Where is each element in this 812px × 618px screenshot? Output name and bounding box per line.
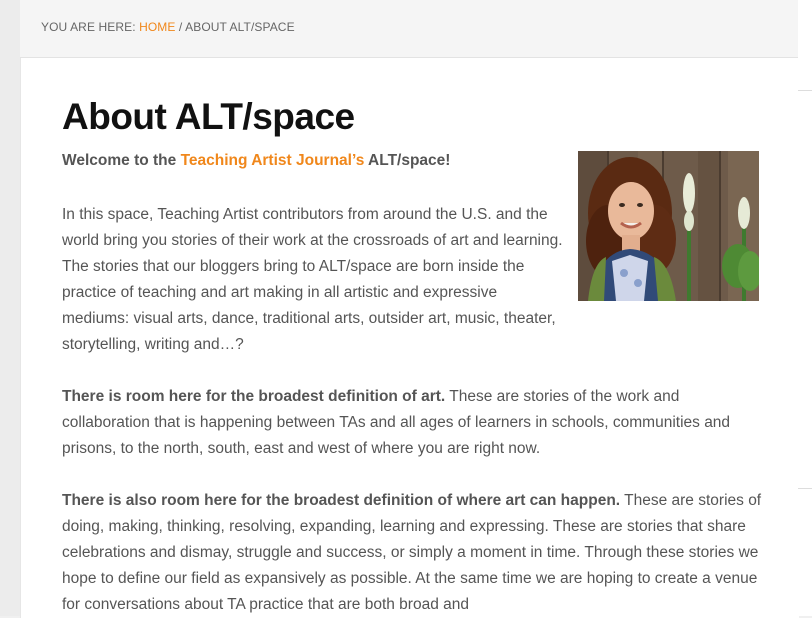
author-photo <box>578 151 759 301</box>
welcome-prefix: Welcome to the <box>62 152 181 169</box>
paragraph-where-art-happens: There is also room here for the broadest… <box>62 488 762 618</box>
breadcrumb: YOU ARE HERE: HOME / ABOUT ALT/SPACE <box>41 20 295 34</box>
breadcrumb-home-link[interactable]: HOME <box>139 20 175 34</box>
breadcrumb-current: ABOUT ALT/SPACE <box>185 20 295 34</box>
sidebar-divider <box>798 90 812 91</box>
left-gutter <box>0 0 20 616</box>
author-portrait-image <box>578 151 759 301</box>
breadcrumb-prefix: YOU ARE HERE: <box>41 20 140 34</box>
intro-paragraph: In this space, Teaching Artist contribut… <box>62 206 563 353</box>
paragraph-where-art-happens-body: These are stories of doing, making, thin… <box>62 492 762 613</box>
sidebar-divider <box>798 488 812 489</box>
breadcrumb-bar: YOU ARE HERE: HOME / ABOUT ALT/SPACE <box>20 0 798 58</box>
breadcrumb-separator: / <box>175 20 186 34</box>
paragraph-broadest-art-lead: There is room here for the broadest defi… <box>62 388 446 405</box>
welcome-suffix: ALT/space! <box>364 152 451 169</box>
page-title: About ALT/space <box>62 96 355 137</box>
teaching-artist-journal-link[interactable]: Teaching Artist Journal’s <box>181 152 365 169</box>
welcome-line: Welcome to the Teaching Artist Journal’s… <box>62 152 450 170</box>
main-content: About ALT/space Welcome to the Teaching … <box>20 58 799 618</box>
paragraph-where-art-happens-lead: There is also room here for the broadest… <box>62 492 621 509</box>
right-sidebar-edge <box>798 0 812 616</box>
paragraph-broadest-art: There is room here for the broadest defi… <box>62 384 762 462</box>
